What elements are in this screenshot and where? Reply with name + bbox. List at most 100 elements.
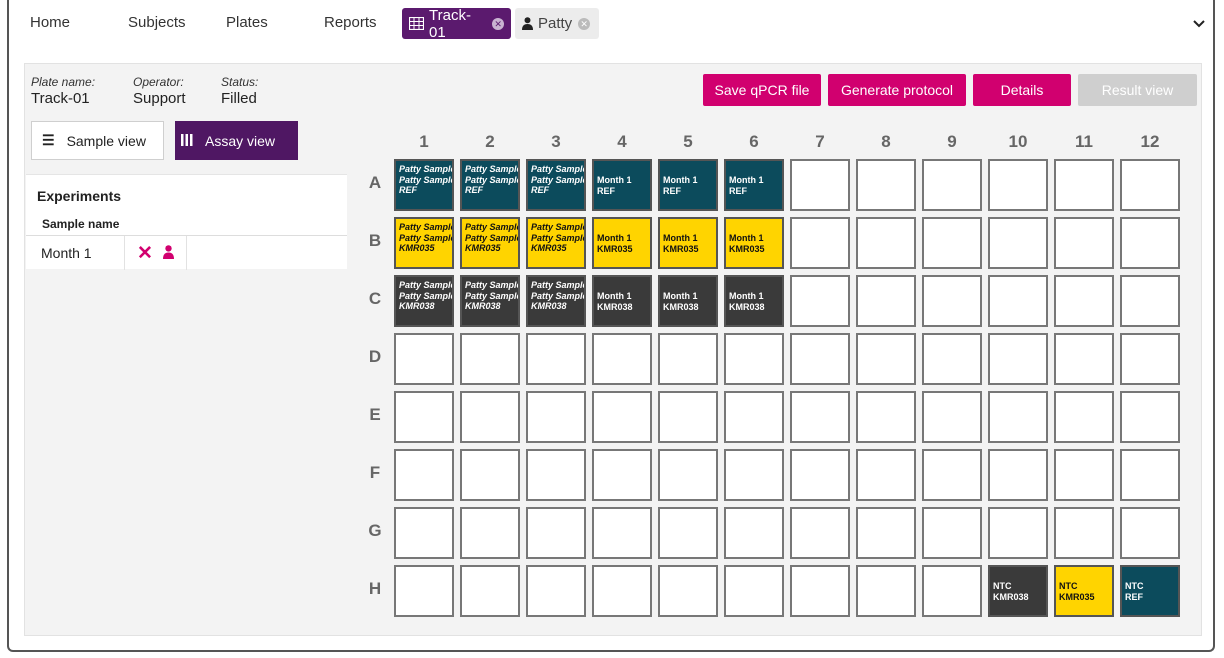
well-B1[interactable]: Patty Sample Patty Sample KMR035 <box>394 217 454 269</box>
well-C10[interactable] <box>988 275 1048 327</box>
save-qpcr-button[interactable]: Save qPCR file <box>703 74 821 106</box>
well-B3[interactable]: Patty Sample Patty Sample KMR035 <box>526 217 586 269</box>
well-B6[interactable]: Month 1 KMR035 <box>724 217 784 269</box>
well-E12[interactable] <box>1120 391 1180 443</box>
experiment-row[interactable]: Month 1 ✕ <box>26 236 347 270</box>
well-B5[interactable]: Month 1 KMR035 <box>658 217 718 269</box>
well-G8[interactable] <box>856 507 916 559</box>
well-C8[interactable] <box>856 275 916 327</box>
well-D4[interactable] <box>592 333 652 385</box>
well-G1[interactable] <box>394 507 454 559</box>
well-H2[interactable] <box>460 565 520 617</box>
well-E7[interactable] <box>790 391 850 443</box>
nav-subjects[interactable]: Subjects <box>128 14 186 31</box>
well-D3[interactable] <box>526 333 586 385</box>
well-C3[interactable]: Patty Sample Patty Sample KMR038 <box>526 275 586 327</box>
nav-home[interactable]: Home <box>30 14 70 31</box>
well-B12[interactable] <box>1120 217 1180 269</box>
well-H1[interactable] <box>394 565 454 617</box>
well-G6[interactable] <box>724 507 784 559</box>
details-button[interactable]: Details <box>973 74 1071 106</box>
well-G2[interactable] <box>460 507 520 559</box>
well-C2[interactable]: Patty Sample Patty Sample KMR038 <box>460 275 520 327</box>
well-A9[interactable] <box>922 159 982 211</box>
well-H6[interactable] <box>724 565 784 617</box>
well-F8[interactable] <box>856 449 916 501</box>
well-H7[interactable] <box>790 565 850 617</box>
well-C5[interactable]: Month 1 KMR038 <box>658 275 718 327</box>
well-H4[interactable] <box>592 565 652 617</box>
well-B8[interactable] <box>856 217 916 269</box>
person-icon[interactable] <box>163 245 174 264</box>
well-D2[interactable] <box>460 333 520 385</box>
well-H5[interactable] <box>658 565 718 617</box>
well-B11[interactable] <box>1054 217 1114 269</box>
well-D9[interactable] <box>922 333 982 385</box>
well-H12[interactable]: NTC REF <box>1120 565 1180 617</box>
well-E8[interactable] <box>856 391 916 443</box>
well-H10[interactable]: NTC KMR038 <box>988 565 1048 617</box>
well-F11[interactable] <box>1054 449 1114 501</box>
well-F6[interactable] <box>724 449 784 501</box>
well-E10[interactable] <box>988 391 1048 443</box>
well-D7[interactable] <box>790 333 850 385</box>
well-A10[interactable] <box>988 159 1048 211</box>
well-B2[interactable]: Patty Sample Patty Sample KMR035 <box>460 217 520 269</box>
well-E11[interactable] <box>1054 391 1114 443</box>
well-H8[interactable] <box>856 565 916 617</box>
well-D12[interactable] <box>1120 333 1180 385</box>
well-B10[interactable] <box>988 217 1048 269</box>
well-F7[interactable] <box>790 449 850 501</box>
nav-reports[interactable]: Reports <box>324 14 377 31</box>
well-D6[interactable] <box>724 333 784 385</box>
well-E5[interactable] <box>658 391 718 443</box>
nav-plates[interactable]: Plates <box>226 14 268 31</box>
well-A1[interactable]: Patty Sample Patty Sample REF <box>394 159 454 211</box>
sample-view-button[interactable]: ☰ Sample view <box>31 121 164 160</box>
well-B4[interactable]: Month 1 KMR035 <box>592 217 652 269</box>
well-D5[interactable] <box>658 333 718 385</box>
well-A7[interactable] <box>790 159 850 211</box>
assay-view-button[interactable]: Assay view <box>175 121 298 160</box>
well-F5[interactable] <box>658 449 718 501</box>
well-F9[interactable] <box>922 449 982 501</box>
tab-patty[interactable]: Patty ✕ <box>515 8 599 39</box>
well-E4[interactable] <box>592 391 652 443</box>
generate-protocol-button[interactable]: Generate protocol <box>828 74 966 106</box>
chevron-down-icon[interactable] <box>1193 16 1205 31</box>
well-E1[interactable] <box>394 391 454 443</box>
well-B7[interactable] <box>790 217 850 269</box>
well-G11[interactable] <box>1054 507 1114 559</box>
well-F3[interactable] <box>526 449 586 501</box>
well-D10[interactable] <box>988 333 1048 385</box>
well-G12[interactable] <box>1120 507 1180 559</box>
well-F10[interactable] <box>988 449 1048 501</box>
well-G5[interactable] <box>658 507 718 559</box>
well-F4[interactable] <box>592 449 652 501</box>
well-H3[interactable] <box>526 565 586 617</box>
well-G3[interactable] <box>526 507 586 559</box>
well-A6[interactable]: Month 1 REF <box>724 159 784 211</box>
well-B9[interactable] <box>922 217 982 269</box>
well-H9[interactable] <box>922 565 982 617</box>
result-view-button[interactable]: Result view <box>1078 74 1197 106</box>
delete-icon[interactable]: ✕ <box>137 242 153 265</box>
well-A4[interactable]: Month 1 REF <box>592 159 652 211</box>
well-A3[interactable]: Patty Sample Patty Sample REF <box>526 159 586 211</box>
well-A12[interactable] <box>1120 159 1180 211</box>
tab-track-01[interactable]: Track-01 ✕ <box>402 7 511 41</box>
well-G10[interactable] <box>988 507 1048 559</box>
well-E6[interactable] <box>724 391 784 443</box>
well-F1[interactable] <box>394 449 454 501</box>
well-C6[interactable]: Month 1 KMR038 <box>724 275 784 327</box>
well-A8[interactable] <box>856 159 916 211</box>
close-icon[interactable]: ✕ <box>578 17 591 30</box>
well-G9[interactable] <box>922 507 982 559</box>
well-C7[interactable] <box>790 275 850 327</box>
well-C12[interactable] <box>1120 275 1180 327</box>
well-D8[interactable] <box>856 333 916 385</box>
well-D11[interactable] <box>1054 333 1114 385</box>
well-A11[interactable] <box>1054 159 1114 211</box>
well-G7[interactable] <box>790 507 850 559</box>
well-A2[interactable]: Patty Sample Patty Sample REF <box>460 159 520 211</box>
